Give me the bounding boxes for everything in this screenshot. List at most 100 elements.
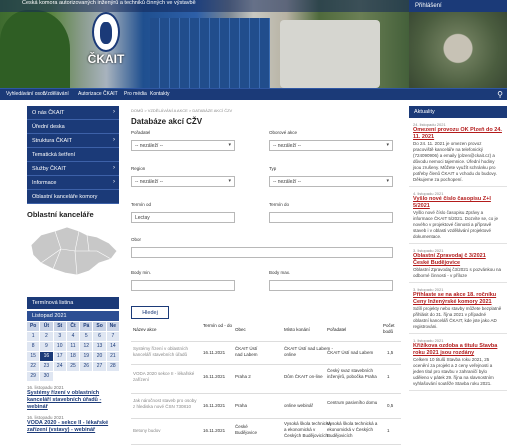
chevron-right-icon: › bbox=[113, 137, 115, 143]
chevron-right-icon: › bbox=[113, 165, 115, 171]
calendar-day[interactable]: 30 bbox=[40, 372, 53, 381]
calendar-day[interactable]: 2 bbox=[40, 332, 53, 341]
nav-item-education[interactable]: Vzdělávání bbox=[44, 91, 69, 97]
calendar-day[interactable]: 3 bbox=[53, 332, 66, 341]
left-news-title[interactable]: Systémy řízení v oblastních kanceláří st… bbox=[27, 390, 119, 411]
region-select[interactable]: -- nezáleží -- ▾ bbox=[131, 176, 235, 187]
calendar-day-header: Čt bbox=[66, 322, 80, 331]
sidebar-item-offices[interactable]: Oblastní kanceláře komory bbox=[27, 190, 119, 204]
chevron-down-icon: ▾ bbox=[228, 178, 231, 184]
calendar-day[interactable]: 22 bbox=[27, 362, 40, 371]
calendar-day-header: So bbox=[93, 322, 106, 331]
chevron-down-icon: ▾ bbox=[386, 178, 389, 184]
table-row[interactable]: Betony budov 16.11.2021 České Budějovice… bbox=[131, 420, 401, 445]
news-link[interactable]: Křižíkova ozdoba a titulu Stavba roku 20… bbox=[413, 343, 503, 357]
table-row[interactable]: Systémy řízení v oblastních kanceláří st… bbox=[131, 343, 401, 365]
calendar-day[interactable]: 14 bbox=[106, 342, 119, 351]
sidebar-item-about[interactable]: O nás ČKAIT › bbox=[27, 106, 119, 120]
table-header: Název akce Termín od - do Obec Místo kon… bbox=[131, 320, 401, 342]
calendar-day[interactable]: 28 bbox=[106, 362, 119, 371]
page-title: Databáze akcí CŽV bbox=[131, 117, 203, 126]
news-item: 1. listopadu 2021 Křižíkova ozdoba a tit… bbox=[409, 334, 507, 391]
offices-title: Oblastní kanceláře bbox=[27, 210, 94, 219]
header-banner: Česká komora autorizovaných inženýrů a t… bbox=[0, 0, 507, 88]
nav-item-media[interactable]: Pro média bbox=[124, 91, 147, 97]
calendar-day[interactable]: 17 bbox=[53, 352, 66, 361]
calendar-day[interactable]: 11 bbox=[66, 342, 80, 351]
nav-item-search-persons[interactable]: Vyhledávání osob bbox=[6, 91, 46, 97]
field-input[interactable] bbox=[131, 247, 393, 258]
table-row[interactable]: VODA 2020 sekce II - lékařské zařízení 1… bbox=[131, 366, 401, 394]
left-news-title[interactable]: VODA 2020 - sekce II - lékařské zařízení… bbox=[27, 420, 119, 434]
type-label: Typ bbox=[269, 166, 277, 171]
login-button[interactable]: Přihlášení bbox=[409, 0, 507, 12]
type-select[interactable]: -- nezáleží -- ▾ bbox=[269, 176, 393, 187]
search-button[interactable]: Hledej bbox=[131, 306, 169, 319]
sidebar-item-structure[interactable]: Struktura ČKAIT › bbox=[27, 134, 119, 148]
field-events-select[interactable]: -- nezáleží -- ▾ bbox=[269, 140, 393, 151]
header-aerial-photo bbox=[409, 0, 507, 88]
calendar-day[interactable]: 10 bbox=[53, 342, 66, 351]
calendar-day[interactable]: 27 bbox=[93, 362, 106, 371]
calendar-day[interactable]: 4 bbox=[66, 332, 80, 341]
calendar-day[interactable]: 20 bbox=[93, 352, 106, 361]
main-nav: Vyhledávání osob Vzdělávání Autorizace Č… bbox=[0, 88, 507, 100]
table-row[interactable]: Jak náročnost staveb pro osoby z hledisk… bbox=[131, 395, 401, 419]
calendar-day[interactable]: 25 bbox=[66, 362, 80, 371]
news-item: 3. listopadu 2021 Oblastní Zpravodaj č 3… bbox=[409, 244, 507, 283]
sidebar-item-board[interactable]: Úřední deska bbox=[27, 120, 119, 134]
date-to-input[interactable] bbox=[269, 212, 393, 223]
news-link[interactable]: Omezení provozu OK Plzeň do 24. 11. 2021 bbox=[413, 127, 503, 141]
breadcrumb: DOMŮ > VZDĚLÁVÁNÍ A AKCE > DATABÁZE AKCÍ… bbox=[131, 108, 233, 113]
region-label: Region bbox=[131, 166, 146, 171]
news-link[interactable]: Přihlaste se na akce 18. ročníku Ceny In… bbox=[413, 292, 503, 306]
calendar-grid: Po Út St Čt Pá So Ne 1 2 3 4 5 6 7 8 9 10 11 12 13 14 15 16 17 1… bbox=[27, 322, 119, 381]
news-link[interactable]: Vyšlo nové číslo časopisu Z+I 5/2021 bbox=[413, 196, 503, 210]
points-max-input[interactable] bbox=[269, 280, 393, 291]
calendar-day[interactable]: 16 bbox=[40, 352, 53, 361]
calendar-day[interactable]: 1 bbox=[27, 332, 40, 341]
calendar-day[interactable]: 19 bbox=[80, 352, 93, 361]
sidebar: O nás ČKAIT › Úřední deska Struktura ČKAI… bbox=[27, 106, 119, 281]
sidebar-item-information[interactable]: Informace › bbox=[27, 176, 119, 190]
date-to-label: Termín do bbox=[269, 202, 290, 207]
calendar-day[interactable]: 26 bbox=[80, 362, 93, 371]
sidebar-item-survey[interactable]: Tematická šetření bbox=[27, 148, 119, 162]
czech-map[interactable] bbox=[27, 223, 119, 281]
calendar-day[interactable]: 9 bbox=[40, 342, 53, 351]
news-panel: Aktuality 24. listopadu 2021 Omezení pro… bbox=[409, 106, 507, 391]
calendar-day[interactable]: 13 bbox=[93, 342, 106, 351]
org-name-bar: Česká komora autorizovaných inženýrů a t… bbox=[0, 0, 409, 12]
calendar-day[interactable]: 23 bbox=[40, 362, 53, 371]
organizer-select[interactable]: -- nezáleží -- ▾ bbox=[131, 140, 235, 151]
news-link[interactable]: Oblastní Zpravodaj č 3/2021 České Budějo… bbox=[413, 253, 503, 267]
news-item: 24. listopadu 2021 Omezení provozu OK Pl… bbox=[409, 118, 507, 187]
nav-item-authorization[interactable]: Autorizace ČKAIT bbox=[78, 91, 118, 97]
calendar-day[interactable]: 18 bbox=[66, 352, 80, 361]
calendar-day[interactable]: 24 bbox=[53, 362, 66, 371]
sidebar-item-services[interactable]: Služby ČKAIT › bbox=[27, 162, 119, 176]
calendar-day[interactable]: 21 bbox=[106, 352, 119, 361]
logo-text: ČKAIT bbox=[87, 52, 125, 66]
col-header-points: Počet bodů bbox=[383, 323, 395, 334]
ckait-logo[interactable]: ČKAIT bbox=[76, 12, 136, 74]
calendar-day[interactable]: 12 bbox=[80, 342, 93, 351]
calendar-day-header: Ne bbox=[106, 322, 119, 331]
nav-item-contacts[interactable]: Kontakty bbox=[150, 91, 169, 97]
calendar-day[interactable]: 15 bbox=[27, 352, 40, 361]
calendar-day[interactable]: 8 bbox=[27, 342, 40, 351]
left-news: 16. listopadu 2021 Systémy řízení v obla… bbox=[27, 385, 119, 434]
date-from-input[interactable]: Lectay bbox=[131, 212, 235, 223]
chevron-down-icon: ▾ bbox=[386, 142, 389, 148]
search-icon[interactable]: ⚲ bbox=[497, 90, 503, 99]
points-min-input[interactable] bbox=[131, 280, 235, 291]
organizer-label: Pořadatel bbox=[131, 130, 151, 135]
calendar-title: Termínová listina bbox=[27, 297, 119, 309]
calendar-day[interactable]: 5 bbox=[80, 332, 93, 341]
chevron-down-icon: ▾ bbox=[228, 142, 231, 148]
calendar-day[interactable]: 6 bbox=[93, 332, 106, 341]
calendar-day[interactable]: 7 bbox=[106, 332, 119, 341]
calendar-day-header: Pá bbox=[80, 322, 93, 331]
header-photo bbox=[0, 0, 409, 88]
calendar-day[interactable]: 29 bbox=[27, 372, 40, 381]
